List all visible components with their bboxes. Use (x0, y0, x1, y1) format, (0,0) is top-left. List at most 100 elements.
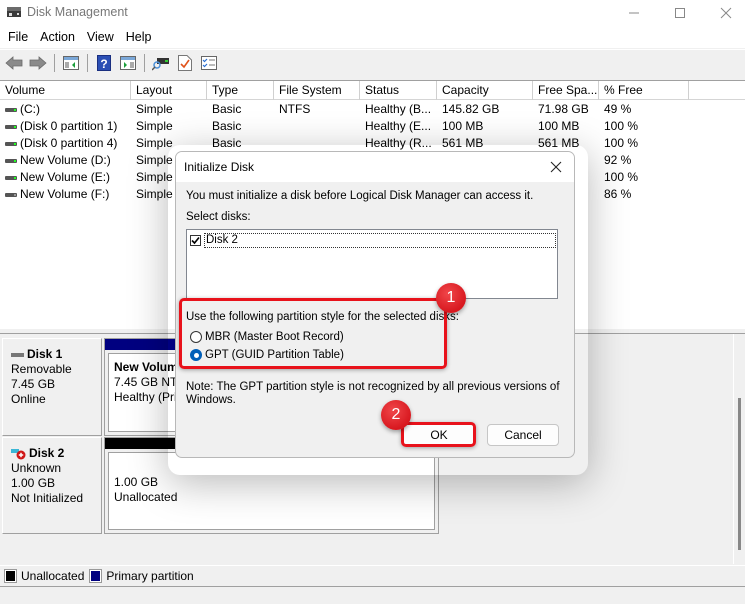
volume-cell-layout: Simple (136, 153, 173, 167)
minimize-button[interactable] (611, 0, 657, 26)
column-header-volume[interactable]: Volume (0, 81, 131, 100)
menu-help[interactable]: Help (120, 30, 158, 44)
volume-cell-percent-free: 100 % (604, 136, 639, 150)
gpt-radio[interactable] (190, 349, 202, 361)
gpt-option[interactable]: GPT (GUID Partition Table) (190, 349, 344, 361)
back-button[interactable] (3, 52, 25, 74)
checklist-icon (201, 55, 217, 70)
volume-icon (5, 159, 17, 163)
svg-text:?: ? (100, 57, 107, 71)
help-button[interactable]: ? (93, 52, 115, 74)
column-header-free-space[interactable]: Free Spa... (533, 81, 599, 100)
legend-swatch-unallocated (4, 568, 17, 583)
volume-cell-file-system: NTFS (279, 102, 311, 116)
menu-action[interactable]: Action (34, 30, 81, 44)
dialog-title-bar: Initialize Disk (176, 152, 574, 182)
disk-1-size: 7.45 GB (11, 377, 56, 391)
disk-1-name-row: Disk 1 (11, 347, 101, 362)
toolbar-separator (54, 53, 55, 72)
volume-cell-capacity: 561 MB (442, 136, 484, 150)
volume-icon (5, 108, 17, 112)
column-header-percent-free[interactable]: % Free (599, 81, 689, 100)
disk-select-listbox[interactable]: Disk 2 (186, 229, 558, 299)
title-bar: Disk Management (0, 0, 745, 26)
maximize-icon (675, 8, 685, 18)
menu-view[interactable]: View (81, 30, 120, 44)
volume-cell-status: Healthy (B... (365, 102, 432, 116)
dialog-title: Initialize Disk (184, 160, 255, 174)
volume-row[interactable]: (C:) Simple Basic NTFS Healthy (B... 145.82 G… (0, 101, 745, 118)
disk-2-list-label: Disk 2 (204, 232, 556, 248)
volume-cell-free-space: 561 MB (538, 136, 580, 150)
volume-cell-layout: Simple (136, 170, 173, 184)
disk-1-name: Disk 1 (27, 347, 63, 361)
close-window-button[interactable] (703, 0, 745, 26)
connect-disk-button[interactable] (150, 52, 172, 74)
volume-icon (5, 125, 17, 129)
mbr-option[interactable]: MBR (Master Boot Record) (190, 331, 344, 343)
disk-2-partition-size: 1.00 GB (114, 475, 159, 489)
graphical-view-scrollbar[interactable] (738, 398, 741, 550)
disk-2-state: Not Initialized (11, 491, 84, 505)
window-title: Disk Management (27, 5, 128, 19)
disk-list-item[interactable]: Disk 2 (189, 232, 556, 248)
ok-button[interactable]: OK (403, 424, 475, 446)
gpt-label: GPT (GUID Partition Table) (205, 349, 344, 361)
volume-cell-volume: New Volume (F:) (20, 187, 110, 201)
volume-cell-percent-free: 100 % (604, 119, 639, 133)
show-hide-action-pane-button[interactable] (117, 52, 139, 74)
disk-1-info[interactable]: Disk 1 Removable 7.45 GB Online (2, 338, 102, 436)
legend-label-unallocated: Unallocated (21, 568, 85, 583)
disk-2-type: Unknown (11, 461, 62, 475)
volume-cell-volume: (Disk 0 partition 1) (20, 119, 118, 133)
checklist-button[interactable] (198, 52, 220, 74)
menu-file[interactable]: File (2, 30, 34, 44)
dialog-intro-text: You must initialize a disk before Logica… (186, 190, 534, 202)
toolbar: ? (0, 49, 745, 75)
volume-cell-percent-free: 100 % (604, 170, 639, 184)
disk-icon (11, 352, 24, 357)
volume-cell-volume: New Volume (D:) (20, 153, 111, 167)
volume-row[interactable]: (Disk 0 partition 1) Simple Basic Healthy (… (0, 118, 745, 135)
connect-disk-icon (152, 57, 169, 71)
column-header-type[interactable]: Type (207, 81, 274, 100)
legend-bar: Unallocated Primary partition (0, 565, 745, 585)
volume-cell-type: Basic (212, 136, 242, 150)
volume-list-header: Volume Layout Type File System Status Ca… (0, 81, 745, 100)
volume-cell-percent-free: 49 % (604, 102, 632, 116)
volume-cell-type: Basic (212, 102, 242, 116)
forward-button[interactable] (27, 52, 49, 74)
checkmark-icon (191, 236, 200, 244)
initialize-disk-dialog: Initialize Disk You must initialize a di… (175, 151, 575, 458)
volume-cell-free-space: 71.98 GB (538, 102, 589, 116)
column-header-layout[interactable]: Layout (131, 81, 207, 100)
note-text-line-2: Windows. (186, 394, 236, 406)
show-hide-console-tree-icon (63, 55, 79, 70)
disk-2-partition-body: 1.00 GB Unallocated (108, 452, 435, 530)
volume-cell-percent-free: 92 % (604, 153, 632, 167)
note-text-line-1: Note: The GPT partition style is not rec… (186, 381, 560, 393)
dialog-close-button[interactable] (546, 157, 566, 177)
column-header-status[interactable]: Status (360, 81, 437, 100)
volume-cell-status: Healthy (E... (365, 119, 432, 133)
volume-cell-layout: Simple (136, 187, 173, 201)
column-header-capacity[interactable]: Capacity (437, 81, 533, 100)
cancel-button[interactable]: Cancel (487, 424, 559, 446)
column-header-file-system[interactable]: File System (274, 81, 360, 100)
volume-cell-status: Healthy (R... (365, 136, 432, 150)
disk-2-partition-status: Unallocated (114, 490, 178, 504)
maximize-button[interactable] (657, 0, 703, 26)
disk-2-info[interactable]: Disk 2 Unknown 1.00 GB Not Initialized (2, 437, 102, 534)
volume-cell-layout: Simple (136, 136, 173, 150)
properties-button[interactable] (174, 52, 196, 74)
disk-management-app-icon (7, 7, 21, 17)
disk-2-checkbox[interactable] (190, 234, 201, 246)
volume-cell-volume: New Volume (E:) (20, 170, 111, 184)
disk-error-icon (11, 448, 26, 459)
volume-row[interactable]: (Disk 0 partition 4) Simple Basic Healthy (… (0, 135, 745, 152)
forward-arrow-icon (29, 55, 47, 70)
volume-cell-layout: Simple (136, 119, 173, 133)
mbr-radio[interactable] (190, 331, 202, 343)
disk-2-name-row: Disk 2 (11, 446, 101, 461)
show-hide-console-tree-button[interactable] (60, 52, 82, 74)
